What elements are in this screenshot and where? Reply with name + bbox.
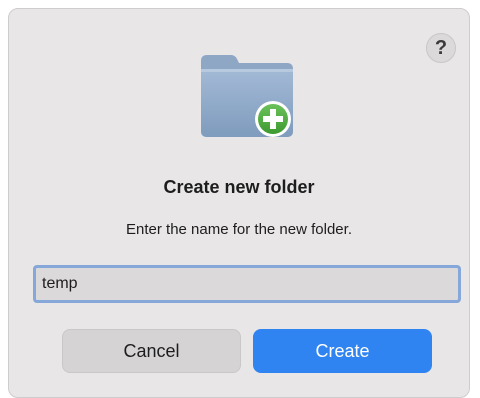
dialog-title: Create new folder	[163, 177, 315, 197]
folder-add-icon	[201, 55, 293, 137]
create-button[interactable]: Create	[253, 329, 432, 373]
help-icon: ?	[434, 36, 448, 59]
cancel-button[interactable]: Cancel	[62, 329, 241, 373]
new-folder-dialog: ? Create new folder Enter the name for t…	[8, 8, 470, 398]
help-button[interactable]: ?	[426, 33, 456, 63]
dialog-message: Enter the name for the new folder.	[126, 221, 352, 238]
folder-name-input[interactable]	[33, 265, 461, 303]
